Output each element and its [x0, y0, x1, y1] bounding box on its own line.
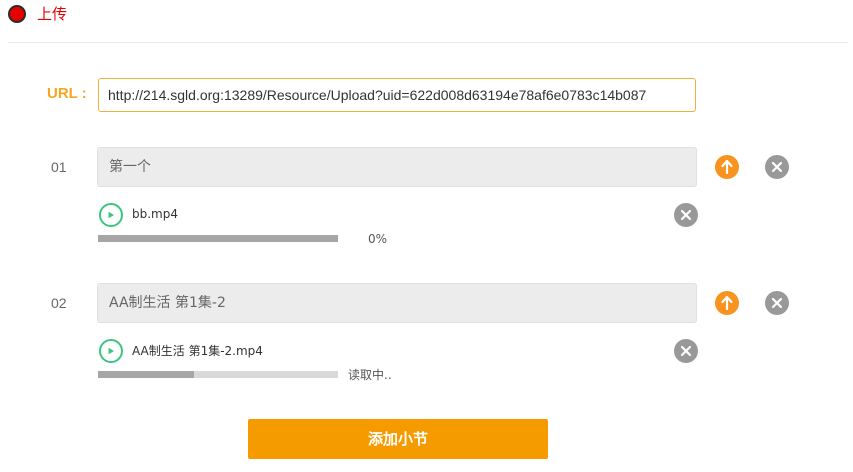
play-icon[interactable]	[99, 339, 123, 363]
url-field[interactable]: http://214.sgld.org:13289/Resource/Uploa…	[98, 78, 696, 112]
progress-fill	[98, 371, 194, 378]
header-divider	[8, 42, 848, 43]
progress-fill	[98, 235, 338, 242]
add-section-button[interactable]: 添加小节	[248, 419, 548, 459]
close-icon	[681, 346, 691, 356]
remove-file-button[interactable]	[674, 203, 698, 227]
section-number: 02	[51, 295, 67, 311]
arrow-up-icon	[721, 160, 733, 174]
section-number: 01	[51, 159, 67, 175]
upload-progress-bar	[98, 371, 338, 378]
close-icon	[681, 210, 691, 220]
file-name: bb.mp4	[132, 207, 178, 221]
record-dot-icon	[8, 5, 26, 23]
progress-status: 0%	[368, 232, 388, 246]
delete-section-button[interactable]	[765, 155, 789, 179]
section-title-input[interactable]: 第一个	[97, 147, 697, 187]
header: 上传	[0, 0, 853, 42]
file-name: AA制生活 第1集-2.mp4	[132, 344, 263, 358]
arrow-up-icon	[721, 296, 733, 310]
upload-progress-bar	[98, 235, 338, 242]
play-triangle-icon	[108, 211, 114, 219]
section-title-input[interactable]: AA制生活 第1集-2	[97, 283, 697, 323]
url-label: URL :	[47, 85, 87, 102]
close-icon	[772, 298, 782, 308]
remove-file-button[interactable]	[674, 339, 698, 363]
play-triangle-icon	[108, 347, 114, 355]
move-up-button[interactable]	[715, 155, 739, 179]
progress-status: 读取中..	[348, 368, 392, 382]
page-title: 上传	[37, 5, 68, 23]
play-icon[interactable]	[99, 203, 123, 227]
close-icon	[772, 162, 782, 172]
move-up-button[interactable]	[715, 291, 739, 315]
delete-section-button[interactable]	[765, 291, 789, 315]
